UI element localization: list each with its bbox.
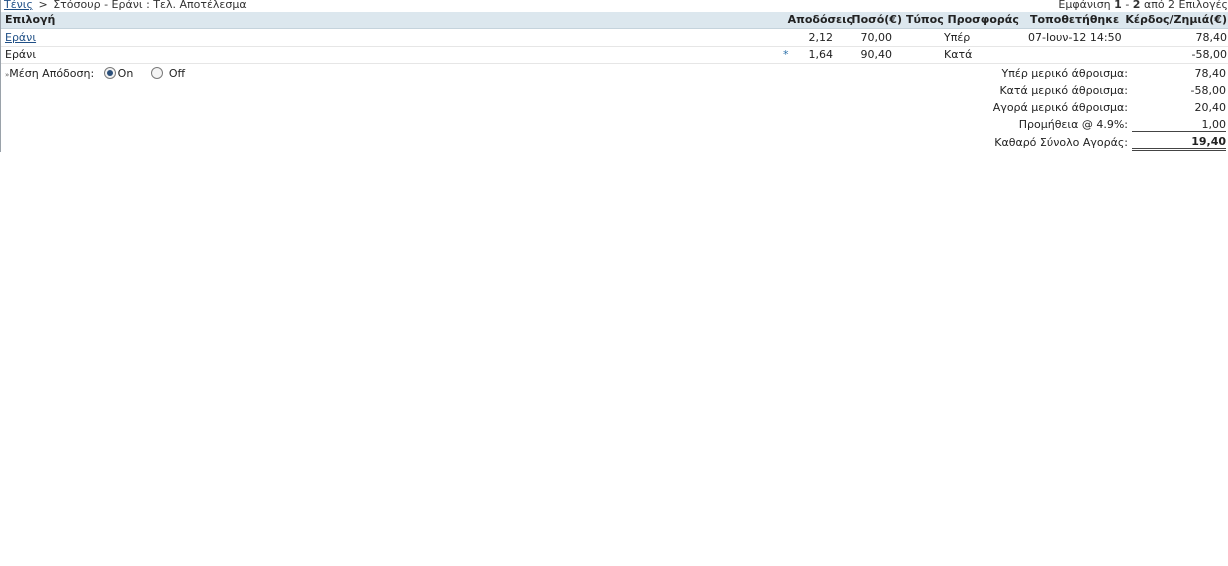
- summary-market-value: 20,40: [1194, 101, 1227, 114]
- profit-loss-cell: -58,00: [1191, 48, 1227, 61]
- offer-type-cell: Κατά: [944, 48, 973, 61]
- average-odds-off-label[interactable]: Off: [169, 67, 185, 80]
- header-amount: Ποσό(€): [851, 13, 902, 26]
- summary-lay-label: Κατά μερικό άθροισμα:: [999, 84, 1128, 97]
- paging-suffix: από 2 Επιλογές: [1143, 0, 1228, 11]
- header-offer-type: Τύπος Προσφοράς: [906, 13, 1019, 26]
- table-header: Επιλογή Αποδόσεις Ποσό(€) Τύπος Προσφορά…: [1, 12, 1228, 29]
- paging-prefix: Εμφάνιση: [1058, 0, 1111, 11]
- profit-loss-cell: 78,40: [1195, 31, 1228, 44]
- summary-net-total-label: Καθαρό Σύνολο Αγοράς:: [994, 136, 1128, 149]
- table-row: Εράνι * 1,64 90,40 Κατά -58,00: [1, 46, 1228, 64]
- breadcrumb-current: Στόσουρ - Εράνι : Τελ. Αποτέλεσμα: [53, 0, 247, 11]
- selection-cell: Εράνι: [5, 48, 37, 61]
- odds-cell: 2,12: [808, 31, 834, 44]
- paging-dash: -: [1125, 0, 1130, 11]
- header-profit-loss: Κέρδος/Ζημιά(€): [1125, 13, 1227, 26]
- placed-cell: 07-Ιουν-12 14:50: [1028, 31, 1122, 44]
- summary-back-label: Υπέρ μερικό άθροισμα:: [1001, 67, 1128, 80]
- average-odds-control: »Μέση Απόδοση: On Off: [5, 67, 185, 80]
- header-selection: Επιλογή: [5, 13, 56, 26]
- summary-lay-value: -58,00: [1190, 84, 1226, 97]
- average-odds-off-radio[interactable]: [150, 67, 163, 79]
- summary-back-value: 78,40: [1194, 67, 1227, 80]
- paging-start: 1: [1114, 0, 1122, 11]
- amount-cell: 70,00: [860, 31, 893, 44]
- breadcrumb-separator: >: [38, 0, 48, 11]
- breadcrumb-link-tennis[interactable]: Τένις: [4, 0, 33, 11]
- average-odds-on-radio[interactable]: [103, 67, 116, 79]
- summary-net-total-value: 19,40: [1132, 135, 1226, 151]
- header-placed: Τοποθετήθηκε: [1030, 13, 1120, 26]
- average-odds-label: Μέση Απόδοση:: [9, 67, 95, 80]
- average-odds-on-label[interactable]: On: [118, 67, 134, 80]
- selection-link[interactable]: Εράνι: [5, 31, 36, 44]
- summary-commission-value: 1,00: [1132, 117, 1226, 132]
- marker-cell: *: [783, 48, 789, 61]
- top-bar: Τένις > Στόσουρ - Εράνι : Τελ. Αποτέλεσμ…: [0, 0, 1228, 11]
- summary-market-label: Αγορά μερικό άθροισμα:: [992, 101, 1128, 114]
- odds-cell: 1,64: [808, 48, 834, 61]
- offer-type-cell: Υπέρ: [944, 31, 971, 44]
- paging-end: 2: [1132, 0, 1141, 11]
- paging-info: Εμφάνιση 1 - 2 από 2 Επιλογές: [1058, 0, 1228, 10]
- breadcrumb: Τένις > Στόσουρ - Εράνι : Τελ. Αποτέλεσμ…: [4, 0, 247, 10]
- summary-commission-label: Προμήθεια @ 4.9%:: [1018, 118, 1128, 131]
- header-odds: Αποδόσεις: [787, 13, 853, 26]
- table-row: Εράνι 2,12 70,00 Υπέρ 07-Ιουν-12 14:50 7…: [1, 29, 1228, 47]
- amount-cell: 90,40: [860, 48, 893, 61]
